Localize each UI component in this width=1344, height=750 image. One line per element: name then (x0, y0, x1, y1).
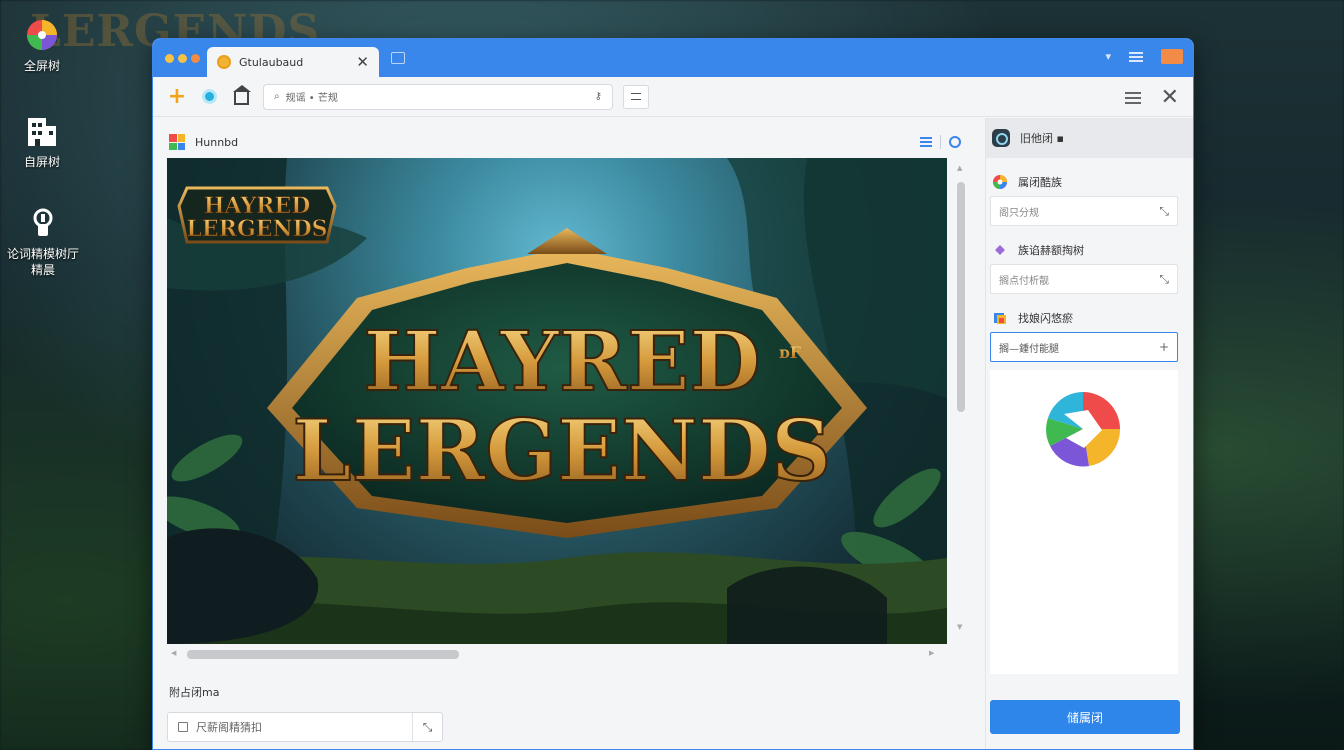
image-icon (994, 313, 1006, 324)
expand-icon[interactable]: ⤡ (412, 713, 442, 741)
desktop-icon-label: 全屏树 (23, 59, 60, 73)
vertical-scroll-thumb[interactable] (957, 182, 965, 412)
tab-favicon-icon (217, 55, 231, 69)
game-title-line2: LERGENDS (293, 401, 832, 500)
zoom-window-dot[interactable] (191, 54, 200, 63)
tab-title: Gtulaubaud (239, 55, 304, 69)
corner-logo: HAYRED LERGENDS (177, 186, 337, 244)
toolbar: + ⌕ 规谣 • 芒规 ⚷ ✕ (153, 77, 1193, 117)
section-input[interactable]: 阁只分规 ⤡ (990, 196, 1178, 226)
pane-title: Hunnbd (195, 135, 239, 149)
browser-tab[interactable]: Gtulaubaud ✕ (207, 47, 379, 77)
window-controls (165, 54, 200, 63)
section-input[interactable]: 搁点付析靓 ⤡ (990, 264, 1178, 294)
section-input-value: 搁—鍾付能腿 (999, 343, 1059, 355)
horizontal-scrollbar[interactable]: ◀ ▶ (167, 648, 957, 660)
right-panel-header: 旧他闭 ▪ (986, 118, 1193, 158)
bottom-input[interactable]: 尺薪阁精猜扣 ⤡ (167, 712, 443, 742)
address-text: 规谣 • 芒规 (285, 93, 338, 104)
building-icon (28, 118, 56, 146)
expand-icon[interactable]: ⤡ (1159, 272, 1169, 287)
minimize-window-dot[interactable] (178, 54, 187, 63)
add-icon[interactable]: + (167, 85, 187, 107)
right-panel-title: 旧他闭 ▪ (1020, 132, 1064, 145)
section-input-value: 搁点付析靓 (999, 275, 1049, 287)
viewer-pane: Hunnbd HAYRED LERGENDS HAYRED LERGENDS ᴅ… (165, 128, 965, 668)
scroll-down-icon[interactable]: ▼ (957, 623, 962, 631)
section-input-focused[interactable]: 搁—鍾付能腿 + (990, 332, 1178, 362)
scroll-left-icon[interactable]: ◀ (171, 649, 176, 657)
list-view-icon[interactable] (920, 137, 932, 147)
section-input-value: 阁只分规 (999, 207, 1039, 219)
section-title-text: 族谄赫额掏树 (1018, 244, 1084, 257)
address-bar[interactable]: ⌕ 规谣 • 芒规 ⚷ (263, 83, 613, 110)
section-title: 族谄赫额掏树 (992, 236, 1193, 264)
game-title-suffix: ᴅF (779, 343, 802, 362)
tab-close-icon[interactable]: ✕ (356, 53, 369, 71)
section-title-text: 找娘闪悠瘀 (1018, 312, 1073, 325)
vertical-scrollbar[interactable]: ▲ ▼ (955, 158, 965, 658)
main-content: Hunnbd HAYRED LERGENDS HAYRED LERGENDS ᴅ… (153, 118, 1193, 749)
close-icon[interactable]: ✕ (1161, 87, 1179, 109)
desktop-icon-tools[interactable]: 论词精模树厅 精晨 (0, 206, 88, 278)
jungle-scene: HAYRED LERGENDS HAYRED LERGENDS ᴅF (167, 158, 947, 644)
desktop-icon-apps[interactable]: 自屏树 (0, 112, 87, 170)
close-window-dot[interactable] (165, 54, 174, 63)
scroll-right-icon[interactable]: ▶ (929, 649, 934, 657)
new-tab-icon[interactable] (391, 52, 405, 64)
tag-icon (995, 245, 1005, 255)
apps-grid-icon (169, 134, 185, 150)
desktop-icon-label: 论词精模树厅 (6, 247, 79, 261)
title-bar: Gtulaubaud ✕ ▾ (153, 39, 1193, 77)
browser-window: Gtulaubaud ✕ ▾ + ⌕ 规谣 • 芒规 ⚷ ✕ Hunnbd HA… (152, 38, 1194, 750)
preview-card (990, 370, 1178, 674)
refresh-icon[interactable] (949, 136, 961, 148)
search-icon: ⌕ (274, 91, 280, 102)
bottom-input-value: 尺薪阁精猜扣 (196, 721, 262, 734)
color-wheel-icon (27, 20, 57, 50)
title-bar-actions: ▾ (1105, 49, 1183, 64)
reader-mode-button[interactable] (623, 84, 649, 109)
color-wheel-icon (1046, 392, 1121, 467)
maximize-button[interactable] (1161, 49, 1183, 64)
chevron-down-icon[interactable]: ▾ (1105, 50, 1111, 63)
desktop-icon-fullscreen[interactable]: 全屏树 (0, 18, 87, 74)
section-title-text: 属闭酷族 (1018, 176, 1062, 189)
add-icon[interactable]: + (1159, 340, 1169, 354)
pane-header: Hunnbd (165, 128, 965, 156)
app-icon (992, 129, 1010, 147)
sync-icon[interactable] (199, 87, 219, 107)
color-wheel-icon (993, 175, 1007, 189)
home-icon[interactable] (231, 85, 251, 107)
desktop-icon-label: 自屏树 (23, 155, 60, 169)
section-title: 找娘闪悠瘀 (992, 304, 1193, 332)
corner-logo-line2: LERGENDS (186, 216, 327, 242)
submit-button[interactable]: 储属闭 (990, 700, 1180, 734)
document-icon (178, 722, 188, 732)
menu-icon[interactable] (1129, 51, 1143, 62)
bottom-form: 附占闭ma 尺薪阁精猜扣 ⤡ (165, 684, 965, 742)
right-panel: 旧他闭 ▪ 属闭酷族 阁只分规 ⤡ 族谄赫额掏树 搁点付析靓 ⤡ 找娘闪悠瘀 搁… (985, 118, 1193, 749)
right-panel-body: 属闭酷族 阁只分规 ⤡ 族谄赫额掏树 搁点付析靓 ⤡ 找娘闪悠瘀 搁—鍾付能腿 … (986, 158, 1193, 674)
bottom-label: 附占闭ma (169, 686, 220, 699)
game-banner-image: HAYRED LERGENDS HAYRED LERGENDS ᴅF (167, 158, 947, 644)
section-title: 属闭酷族 (992, 168, 1193, 196)
divider (940, 135, 941, 149)
game-title-line1: HAYRED (363, 314, 760, 410)
horizontal-scroll-thumb[interactable] (187, 650, 459, 659)
key-icon[interactable]: ⚷ (595, 91, 602, 102)
expand-icon[interactable]: ⤡ (1159, 204, 1169, 219)
toolbar-right-actions: ✕ (1124, 87, 1179, 109)
wrench-icon (33, 208, 53, 236)
hamburger-menu-icon[interactable] (1124, 92, 1141, 104)
scroll-up-icon[interactable]: ▲ (957, 164, 962, 172)
desktop-icon-label-line2: 精晨 (30, 263, 55, 277)
